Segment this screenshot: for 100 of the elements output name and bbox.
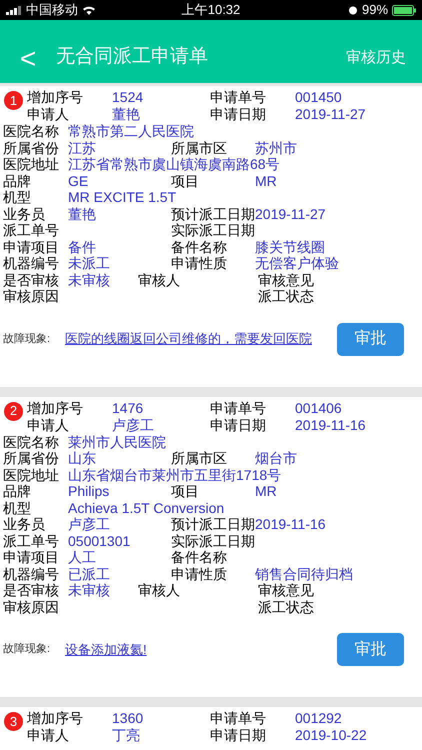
field-value: 备件 bbox=[68, 238, 96, 255]
wifi-icon bbox=[82, 5, 96, 15]
field-label: 实际派工日期 bbox=[171, 532, 255, 549]
field-label: 医院名称 bbox=[3, 434, 60, 450]
field-label: 医院地址 bbox=[3, 466, 60, 483]
field-value: 未派工 bbox=[68, 255, 110, 272]
field-value: 江苏省常熟市虞山镇海虞南路68号 bbox=[68, 156, 280, 172]
field-label: 所属省份 bbox=[3, 450, 60, 466]
field-value: 2019-11-16 bbox=[255, 516, 326, 532]
field-label: 申请日期 bbox=[210, 416, 267, 434]
field-label: 审核人 bbox=[138, 582, 181, 598]
field-value: 无偿客户体验 bbox=[255, 255, 339, 272]
field-value: 董艳 bbox=[111, 106, 141, 123]
field-label: 机型 bbox=[3, 189, 32, 206]
field-label: 申请单号 bbox=[210, 400, 267, 416]
field-label: 申请人 bbox=[27, 416, 70, 434]
field-value: 丁亮 bbox=[111, 727, 141, 744]
field-label: 医院名称 bbox=[3, 123, 60, 140]
field-value: 常熟市第二人民医院 bbox=[68, 123, 194, 140]
field-value: 05001301 bbox=[68, 532, 130, 549]
signal-icon bbox=[6, 6, 22, 14]
field-value: 人工 bbox=[68, 549, 96, 566]
field-label: 增加序号 bbox=[27, 400, 84, 416]
field-value: 001450 bbox=[294, 89, 343, 106]
field-label: 品牌 bbox=[3, 172, 32, 189]
field-label: 申请单号 bbox=[210, 710, 267, 727]
field-value: MR bbox=[255, 483, 277, 500]
field-value: MR bbox=[255, 172, 277, 189]
field-value: 董艳 bbox=[68, 206, 96, 222]
field-value: 烟台市 bbox=[255, 450, 297, 466]
field-label: 审核意见 bbox=[258, 582, 315, 598]
field-label: 所属市区 bbox=[171, 450, 228, 466]
field-label: 所属市区 bbox=[171, 140, 228, 156]
field-label: 审核意见 bbox=[258, 272, 315, 288]
field-label: 申请项目 bbox=[3, 549, 60, 566]
field-value: 已派工 bbox=[68, 566, 110, 582]
fault-label: 故障现象: bbox=[3, 332, 52, 347]
field-label: 业务员 bbox=[3, 516, 46, 532]
review-history-button[interactable]: 审核历史 bbox=[346, 46, 422, 73]
field-value: 未审核 bbox=[68, 582, 110, 598]
field-label: 是否审核 bbox=[3, 582, 60, 598]
field-value: 1476 bbox=[111, 400, 144, 416]
field-value: 001292 bbox=[294, 710, 343, 727]
field-label: 预计派工日期 bbox=[171, 206, 255, 222]
approve-button[interactable]: 审批 bbox=[337, 633, 404, 666]
back-button[interactable]: < bbox=[0, 45, 56, 73]
field-label: 机型 bbox=[3, 500, 32, 516]
field-label: 医院地址 bbox=[3, 156, 60, 172]
field-label: 申请日期 bbox=[210, 727, 267, 744]
field-value: 未审核 bbox=[68, 272, 110, 288]
field-value: 2019-11-16 bbox=[294, 416, 366, 434]
number-badge: 3 bbox=[4, 712, 23, 731]
field-value: 卢彦工 bbox=[68, 516, 110, 532]
field-label: 项目 bbox=[171, 483, 200, 500]
field-value: 1360 bbox=[111, 710, 144, 727]
field-label: 审核人 bbox=[138, 272, 181, 288]
field-label: 机器编号 bbox=[3, 255, 60, 272]
field-label: 申请人 bbox=[27, 106, 70, 123]
field-value: Philips bbox=[68, 483, 110, 500]
field-value: 江苏 bbox=[68, 140, 96, 156]
page-title: 无合同派工申请单 bbox=[56, 44, 209, 68]
field-value: 1524 bbox=[111, 89, 144, 106]
field-value: 卢彦工 bbox=[111, 416, 155, 434]
field-label: 派工状态 bbox=[258, 598, 315, 615]
field-value: 2019-11-27 bbox=[255, 206, 326, 222]
clock-time: 上午10:32 bbox=[180, 1, 242, 20]
field-label: 机器编号 bbox=[3, 566, 60, 582]
field-value: 山东 bbox=[68, 450, 96, 466]
field-value: 001406 bbox=[294, 400, 343, 416]
field-value: 莱州市人民医院 bbox=[68, 434, 166, 450]
field-value: 2019-11-27 bbox=[294, 106, 366, 123]
fault-link[interactable]: 设备添加液氦! bbox=[65, 640, 147, 660]
field-label: 审核原因 bbox=[3, 288, 60, 304]
field-label: 是否审核 bbox=[3, 272, 60, 288]
field-label: 派工状态 bbox=[258, 288, 315, 304]
carrier-name: 中国移动 bbox=[26, 1, 78, 20]
field-label: 审核原因 bbox=[3, 598, 60, 615]
field-label: 申请人 bbox=[27, 727, 70, 744]
field-label: 所属省份 bbox=[3, 140, 60, 156]
field-label: 备件名称 bbox=[171, 238, 228, 255]
field-label: 申请性质 bbox=[171, 255, 228, 272]
battery-icon bbox=[392, 4, 416, 16]
field-label: 申请单号 bbox=[210, 89, 267, 106]
field-value: MR EXCITE 1.5T bbox=[68, 189, 176, 206]
number-badge: 1 bbox=[4, 91, 23, 110]
field-value: 苏州市 bbox=[255, 140, 297, 156]
field-value: 2019-10-22 bbox=[294, 727, 367, 744]
fault-label: 故障现象: bbox=[3, 642, 52, 658]
field-label: 派工单号 bbox=[3, 222, 60, 238]
field-value: 山东省烟台市莱州市五里街1718号 bbox=[68, 466, 282, 483]
fault-link[interactable]: 医院的线圈返回公司维修的，需要发回医院 bbox=[65, 329, 312, 349]
field-value: Achieva 1.5T Conversion bbox=[68, 500, 224, 516]
approve-button[interactable]: 审批 bbox=[337, 322, 404, 356]
field-label: 项目 bbox=[171, 172, 200, 189]
field-label: 申请项目 bbox=[3, 238, 60, 255]
field-label: 派工单号 bbox=[3, 532, 60, 549]
field-label: 品牌 bbox=[3, 483, 32, 500]
field-label: 增加序号 bbox=[27, 89, 84, 106]
field-label: 申请日期 bbox=[210, 106, 267, 123]
field-value: 膝关节线圈 bbox=[255, 238, 325, 255]
